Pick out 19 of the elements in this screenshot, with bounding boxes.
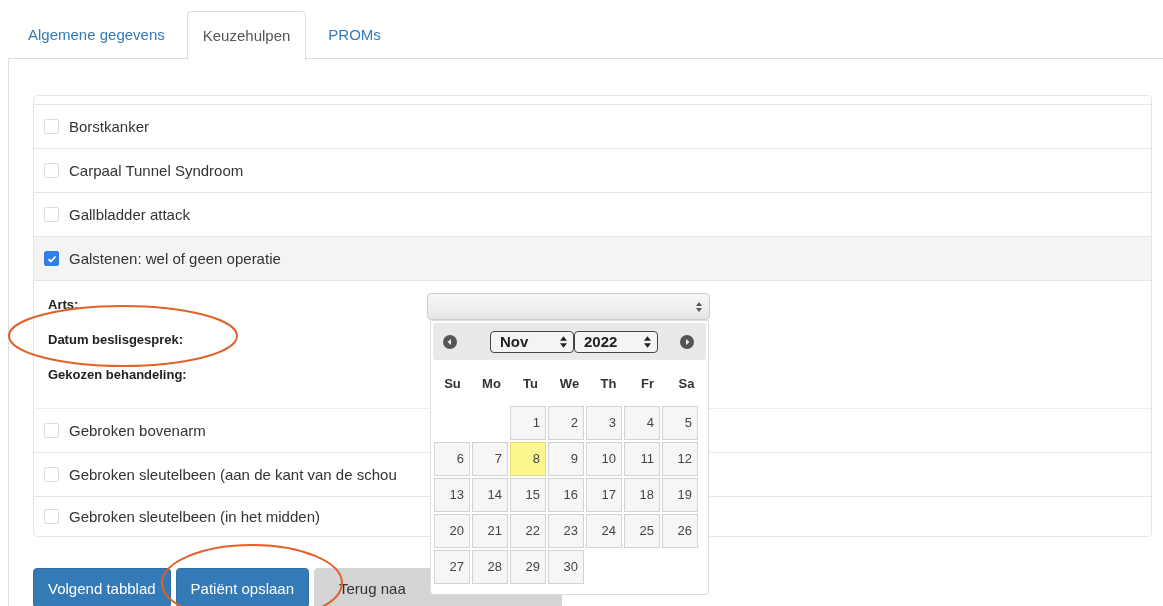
weekday-label: We [558,375,581,391]
item-label: Borstkanker [69,118,150,135]
item-label: Gebroken sleutelbeen (aan de kant van de schou [69,466,397,483]
item-label: Gallbladder attack [69,206,190,223]
weekday-label: Th [599,375,618,391]
weekday-label: Mo [481,375,502,391]
field-label: Gekozen behandeling: [48,367,187,383]
weekday-label: Sa [677,375,696,391]
year-value: 2022 [584,331,618,352]
field-label: Arts: [48,297,79,313]
weekday-label: Su [443,375,462,391]
item-label: Gebroken bovenarm [69,422,206,439]
month-value: Nov [500,331,529,352]
weekday-label: Fr [640,375,655,391]
item-label: Carpaal Tunnel Syndroom [69,162,244,179]
item-label: Gebroken sleutelbeen (in het midden) [69,508,320,525]
item-label: Galstenen: wel of geen operatie [69,250,281,267]
weekday-label: Tu [522,375,539,391]
field-label: Datum beslisgesprek: [48,332,184,348]
